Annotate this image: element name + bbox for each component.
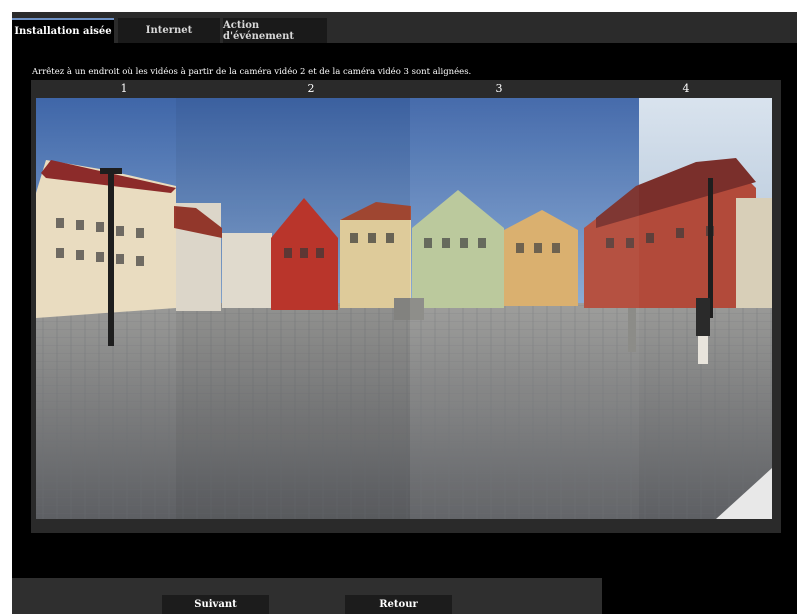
tab-action-evenement[interactable]: Action d'événement: [223, 18, 327, 43]
camera-label-1: 1: [120, 82, 128, 95]
panorama-image: [36, 98, 772, 519]
camera-label-4: 4: [682, 82, 690, 95]
button-bar-right: [602, 578, 797, 614]
panorama-video: [36, 98, 772, 519]
tab-bar: Installation aisée Internet Action d'évé…: [12, 12, 797, 43]
instruction-text: Arrêtez à un endroit où les vidéos à par…: [32, 67, 472, 77]
camera-label-3: 3: [495, 82, 503, 95]
app-frame: Installation aisée Internet Action d'évé…: [12, 12, 797, 614]
camera-labels: 1 2 3 4: [31, 80, 781, 98]
tab-installation-aisee[interactable]: Installation aisée: [12, 18, 114, 43]
button-bar: Suivant Retour: [12, 578, 602, 614]
camera-label-2: 2: [307, 82, 315, 95]
camera-preview-panel: 1 2 3 4: [31, 80, 781, 533]
next-button[interactable]: Suivant: [162, 595, 269, 614]
tab-internet[interactable]: Internet: [118, 18, 220, 43]
back-button[interactable]: Retour: [345, 595, 452, 614]
